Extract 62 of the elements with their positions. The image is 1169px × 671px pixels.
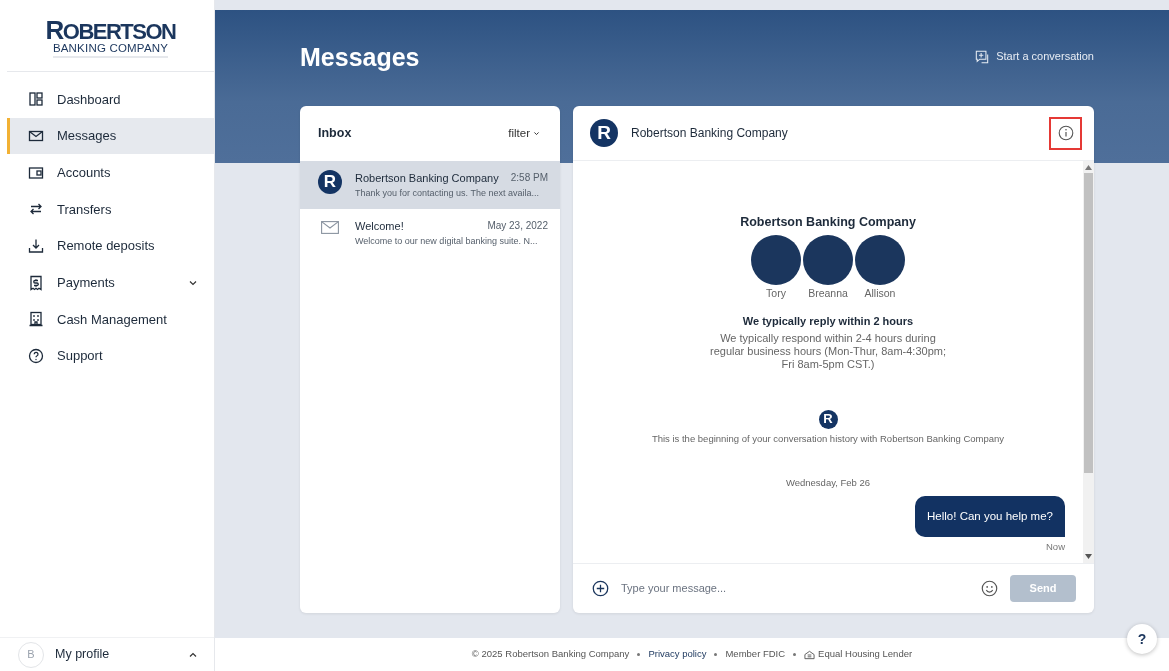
company-name: Robertson Banking Company (740, 214, 916, 231)
company-avatar: R (590, 119, 618, 147)
dashboard-icon (28, 91, 44, 108)
message-thread[interactable]: Welcome! May 23, 2022 Welcome to our new digital banking suite. N... (300, 209, 560, 258)
thread-sender: Welcome! (355, 219, 404, 235)
message-bubble: Hello! Can you help me? (915, 496, 1065, 538)
copyright-text: © 2025 Robertson Banking Company (471, 647, 630, 662)
logo-wordmark: ROBERTSON (45, 16, 176, 43)
sender-avatar: R (318, 170, 342, 194)
agent-avatar (855, 234, 905, 285)
scroll-down-icon[interactable] (1085, 554, 1092, 559)
nav-item[interactable]: Accounts (7, 154, 214, 192)
nav-item[interactable]: Payments (7, 264, 214, 302)
nav-item[interactable]: Dashboard (7, 81, 214, 118)
nav-item[interactable]: Transfers (7, 191, 214, 228)
filter-dropdown[interactable]: filter (508, 124, 540, 143)
message-thread[interactable]: R Robertson Banking Company 2:58 PM Thank you for contacting us. The next availa... (300, 161, 560, 210)
nav-item[interactable]: Remote deposits (7, 227, 214, 265)
agent-name: Tory (766, 285, 786, 301)
privacy-link[interactable]: Privacy policy (648, 647, 707, 662)
message-time: Now (1046, 540, 1065, 555)
history-note: This is the beginning of your conversation history with Robertson Banking Company (651, 431, 1005, 446)
add-attachment-icon[interactable] (592, 580, 609, 597)
envelope-icon (321, 221, 339, 235)
help-button[interactable]: ? (1127, 624, 1157, 654)
date-divider: Wednesday, Feb 26 (785, 475, 871, 490)
company-logo: R (818, 409, 838, 429)
agent-name: Allison (864, 285, 896, 301)
reply-time-heading: We typically reply within 2 hours (742, 313, 914, 329)
logo-tagline: BANKING COMPANY (52, 42, 169, 59)
scroll-up-icon[interactable] (1085, 165, 1092, 170)
reply-time-detail: We typically respond within 2-4 hours during regular business hours (Mon-Thur, 8am-4:30pm; Fri 8am-5pm CST.) (709, 332, 947, 372)
emoji-icon[interactable] (981, 580, 998, 597)
building-icon (28, 311, 44, 328)
inbox-title: Inbox (318, 125, 352, 143)
footer-text: Member FDIC (725, 647, 786, 662)
receipt-dollar-icon (28, 274, 44, 291)
download-tray-icon (28, 238, 44, 255)
agent-name: Breanna (808, 285, 848, 301)
start-conversation-button[interactable]: Start a conversation (975, 48, 1094, 65)
chevron-down-icon (533, 130, 540, 137)
nav-item[interactable]: Messages (7, 117, 214, 155)
thread-sender: Robertson Banking Company (355, 171, 499, 186)
thread-preview: Welcome to our new digital banking suite. N... (355, 234, 539, 248)
footer-text: Equal Housing Lender (818, 647, 913, 662)
nav-item[interactable]: Support (7, 337, 214, 375)
thread-time: May 23, 2022 (487, 219, 548, 234)
help-circle-icon (28, 348, 44, 365)
chat-add-icon (975, 49, 990, 64)
page-title: Messages (300, 41, 420, 72)
info-icon (1057, 125, 1074, 141)
chat-title: Robertson Banking Company (631, 125, 789, 142)
thread-preview: Thank you for contacting us. The next availa... (355, 186, 540, 200)
info-button[interactable] (1049, 116, 1082, 150)
profile-link[interactable]: My profile (55, 645, 188, 664)
nav-item[interactable]: Cash Management (7, 301, 214, 338)
scrollbar[interactable] (1083, 161, 1094, 563)
wallet-icon (28, 164, 44, 181)
agent-avatar (803, 234, 853, 285)
house-icon (804, 649, 816, 660)
thread-time: 2:58 PM (510, 171, 548, 185)
agent-avatar (751, 234, 801, 285)
